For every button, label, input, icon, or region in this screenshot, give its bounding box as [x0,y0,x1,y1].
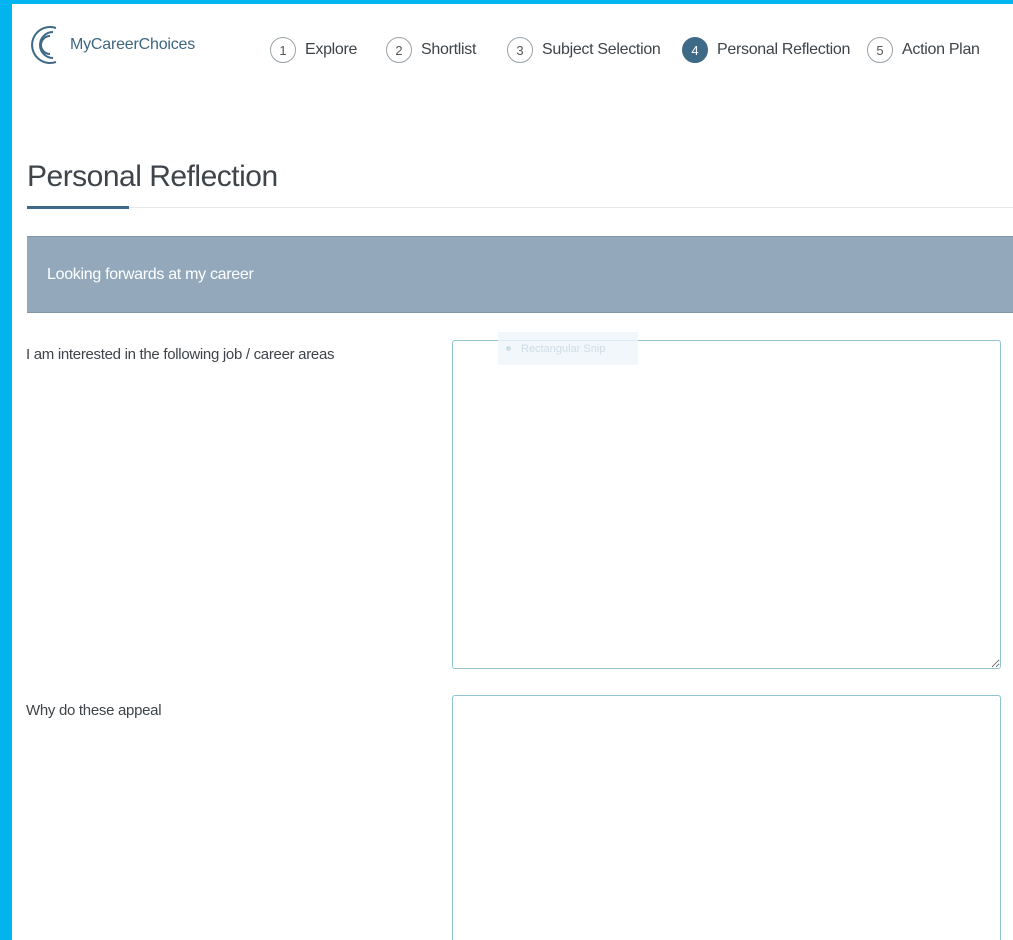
step-subject-selection[interactable]: 3 Subject Selection [507,37,661,63]
step-shortlist[interactable]: 2 Shortlist [386,37,476,63]
step-label: Personal Reflection [717,41,851,58]
section-header: Looking forwards at my career [27,236,1013,313]
step-label: Action Plan [902,41,980,58]
question-label-why-appeal: Why do these appeal [26,702,162,719]
title-divider [27,207,1013,208]
title-accent-underline [27,206,129,209]
step-number: 4 [682,37,708,63]
question-label-career-areas: I am interested in the following job / c… [26,346,335,363]
step-nav: 1 Explore 2 Shortlist 3 Subject Selectio… [12,37,1013,77]
step-number: 5 [867,37,893,63]
app-frame: MyCareerChoices 1 Explore 2 Shortlist 3 … [12,4,1013,940]
step-number: 2 [386,37,412,63]
header: MyCareerChoices 1 Explore 2 Shortlist 3 … [12,4,1013,104]
career-areas-input[interactable] [452,340,1001,669]
step-personal-reflection[interactable]: 4 Personal Reflection [682,37,850,63]
why-appeal-input[interactable] [452,695,1001,940]
step-label: Subject Selection [542,41,661,58]
step-number: 3 [507,37,533,63]
page-title: Personal Reflection [27,160,278,193]
step-label: Explore [305,41,358,58]
section-title: Looking forwards at my career [47,265,254,283]
step-explore[interactable]: 1 Explore [270,37,357,63]
step-action-plan[interactable]: 5 Action Plan [867,37,980,63]
step-number: 1 [270,37,296,63]
step-label: Shortlist [421,41,477,58]
